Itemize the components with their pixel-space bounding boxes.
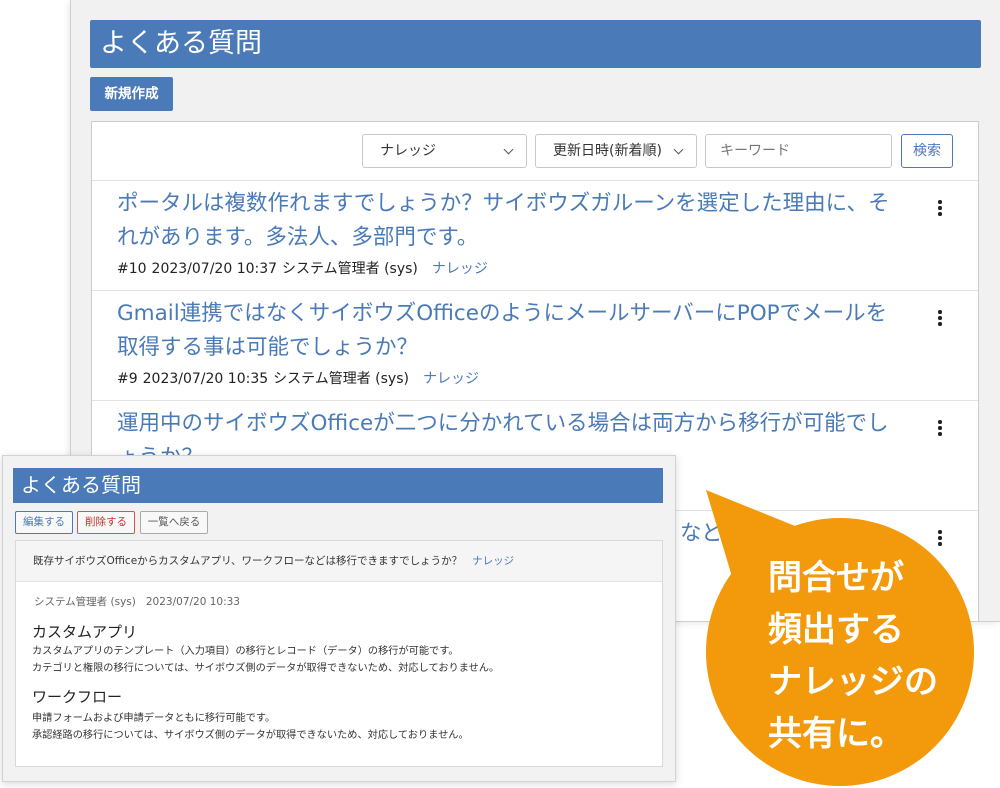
page: よくある質問 新規作成 ナレッジ 更新日時(新着順) 検索 ポータルは複数作れま…: [0, 0, 1000, 788]
callout-line: 問合せが: [768, 558, 904, 598]
callout-line: 頻出する: [768, 610, 904, 650]
callout-line: ナレッジの: [768, 662, 938, 702]
callout-line: 共有に。: [768, 714, 904, 754]
callout-text: 問合せが 頻出する ナレッジの 共有に。: [768, 552, 938, 760]
